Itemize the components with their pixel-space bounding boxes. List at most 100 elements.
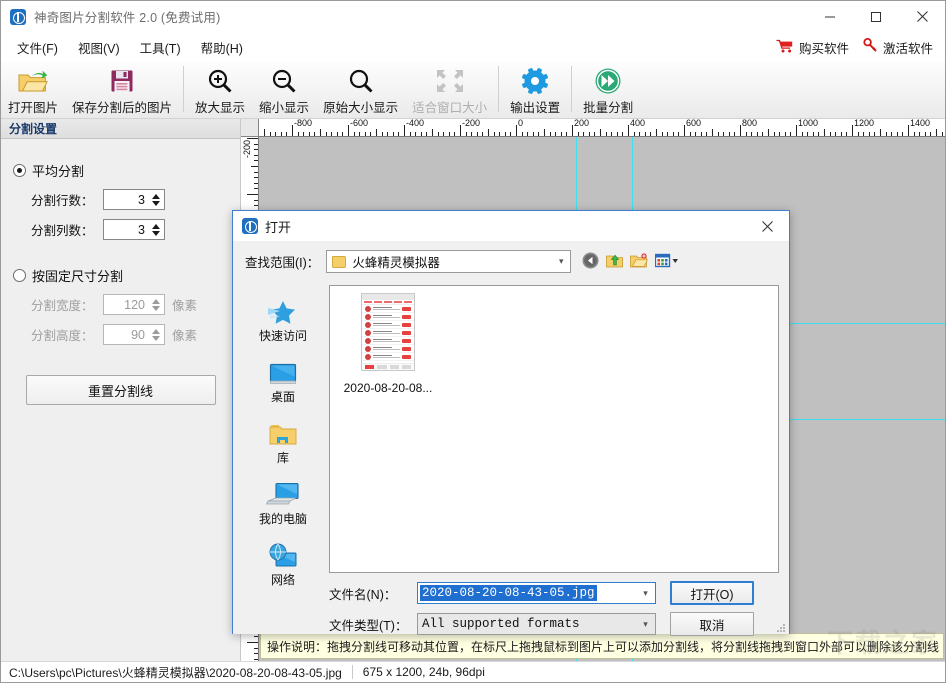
application-window: 神奇图片分割软件 2.0 (免费试用) 文件(F) 视图(V) 工具(T) 帮助… <box>0 0 946 683</box>
look-in-combobox[interactable]: 火蜂精灵模拟器 ▾ <box>326 250 572 273</box>
toolbar-output-settings-label: 输出设置 <box>510 101 561 115</box>
buy-software-link[interactable]: 购买软件 <box>776 38 849 57</box>
radio-average-split-indicator <box>13 164 26 177</box>
radio-fixed-size-split[interactable]: 按固定尺寸分割 <box>13 266 240 285</box>
rows-stepper[interactable]: 3 <box>103 189 165 210</box>
height-field: 分割高度： 90 像素 <box>31 324 240 345</box>
chevron-down-icon[interactable]: ▾ <box>636 619 655 630</box>
app-logo-icon <box>10 8 26 25</box>
file-list[interactable]: 2020-08-20-08... <box>329 285 779 573</box>
back-icon[interactable] <box>582 252 599 272</box>
menu-tools[interactable]: 工具(T) <box>130 35 191 60</box>
filetype-row: 文件类型(T)： All supported formats ▾ 取消 <box>329 612 779 636</box>
ruler-tick-label: -200 <box>462 119 481 128</box>
width-field: 分割宽度： 120 像素 <box>31 294 240 315</box>
toolbar-zoom-out[interactable]: 缩小显示 <box>252 62 316 118</box>
chevron-down-icon[interactable]: ▾ <box>636 588 655 599</box>
width-stepper-arrows[interactable] <box>150 295 164 314</box>
cancel-button-label: 取消 <box>699 618 725 633</box>
close-button[interactable] <box>899 1 945 32</box>
activate-software-link[interactable]: 激活软件 <box>863 37 933 57</box>
place-network-label: 网络 <box>270 573 295 587</box>
toolbar-fit-window[interactable]: 适合窗口大小 <box>405 62 494 118</box>
open-button[interactable]: 打开(O) <box>670 581 754 605</box>
horizontal-ruler[interactable]: -800 -600 -400 -200 0 200 400 600 800 1000 1200 140… <box>259 119 945 137</box>
file-list-item[interactable]: 2020-08-20-08... <box>338 293 438 395</box>
filename-input[interactable]: 2020-08-20-08-43-05.jpg ▾ <box>417 582 656 604</box>
maximize-button[interactable] <box>853 1 899 32</box>
cols-stepper-arrows[interactable] <box>150 220 164 239</box>
toolbar-batch-split[interactable]: 批量分割 <box>576 62 640 118</box>
width-unit: 像素 <box>172 299 198 313</box>
toolbar-open-image-label: 打开图片 <box>8 101 59 115</box>
rows-stepper-arrows[interactable] <box>150 190 164 209</box>
open-file-dialog: 打开 查找范围(I)： 火蜂精灵模拟器 ▾ 快速访问 桌面 库 我的电脑 网络 … <box>232 210 790 636</box>
chevron-down-icon[interactable]: ▾ <box>552 256 570 267</box>
ruler-tick-label: 1200 <box>854 119 875 128</box>
new-folder-icon[interactable] <box>630 252 649 271</box>
toolbar-actual-size[interactable]: 原始大小显示 <box>316 62 405 118</box>
rows-field: 分割行数： 3 <box>31 189 240 210</box>
filename-value: 2020-08-20-08-43-05.jpg <box>420 585 597 601</box>
toolbar-zoom-in[interactable]: 放大显示 <box>188 62 252 118</box>
up-folder-icon[interactable] <box>606 253 624 271</box>
cancel-button[interactable]: 取消 <box>670 612 754 636</box>
ruler-tick-label: 600 <box>686 119 702 128</box>
reset-split-lines-button[interactable]: 重置分割线 <box>25 375 216 405</box>
place-desktop[interactable]: 桌面 <box>247 352 319 405</box>
cols-label: 分割列数： <box>31 224 94 238</box>
toolbar-fit-window-label: 适合窗口大小 <box>412 101 488 115</box>
minimize-button[interactable] <box>807 1 853 32</box>
menu-bar-right: 购买软件 激活软件 <box>776 37 933 57</box>
height-unit: 像素 <box>172 329 198 343</box>
open-button-label: 打开(O) <box>690 587 734 602</box>
dialog-title-bar: 打开 <box>233 211 789 241</box>
toolbar-open-image[interactable]: 打开图片 <box>1 62 65 118</box>
activate-software-label: 激活软件 <box>882 41 933 56</box>
filetype-label: 文件类型(T)： <box>329 618 408 633</box>
view-mode-icon[interactable] <box>655 253 679 271</box>
main-toolbar: 打开图片 保存分割后的图片 放大显示 缩小显示 原始大小显示 适合窗口大小 输出… <box>1 62 945 119</box>
toolbar-zoom-in-label: 放大显示 <box>195 101 246 115</box>
library-folder-icon <box>268 413 298 447</box>
toolbar-batch-split-label: 批量分割 <box>583 101 634 115</box>
buy-software-label: 购买软件 <box>798 41 849 56</box>
dialog-body: 查找范围(I)： 火蜂精灵模拟器 ▾ 快速访问 桌面 库 我的电脑 网络 202… <box>233 241 789 636</box>
actual-size-icon <box>348 66 374 96</box>
menu-help[interactable]: 帮助(H) <box>191 35 253 60</box>
width-stepper[interactable]: 120 <box>103 294 165 315</box>
ruler-tick-label: -600 <box>350 119 369 128</box>
place-library[interactable]: 库 <box>247 413 319 466</box>
rows-label: 分割行数： <box>31 194 94 208</box>
look-in-label: 查找范围(I)： <box>245 256 320 270</box>
resize-grip[interactable] <box>776 622 786 632</box>
filename-label: 文件名(N)： <box>329 587 397 602</box>
place-my-computer[interactable]: 我的电脑 <box>247 474 319 527</box>
dialog-nav-icons <box>582 252 679 272</box>
menu-view[interactable]: 视图(V) <box>68 35 130 60</box>
split-settings-panel: 分割设置 平均分割 分割行数： 3 分割列数： 3 按固定尺寸分割 分割宽度： … <box>1 119 241 661</box>
dialog-close-button[interactable] <box>745 211 789 241</box>
menu-file[interactable]: 文件(F) <box>7 35 68 60</box>
network-icon <box>267 535 299 569</box>
radio-fixed-size-split-indicator <box>13 269 26 282</box>
height-stepper[interactable]: 90 <box>103 324 165 345</box>
height-label: 分割高度： <box>31 329 94 343</box>
width-label: 分割宽度： <box>31 299 94 313</box>
batch-split-icon <box>594 66 622 96</box>
place-quick-access[interactable]: 快速访问 <box>247 291 319 344</box>
radio-average-split[interactable]: 平均分割 <box>13 161 240 180</box>
height-stepper-arrows[interactable] <box>150 325 164 344</box>
dialog-title: 打开 <box>265 219 292 235</box>
toolbar-output-settings[interactable]: 输出设置 <box>503 62 567 118</box>
filetype-combobox[interactable]: All supported formats ▾ <box>417 613 656 635</box>
place-network[interactable]: 网络 <box>247 535 319 588</box>
save-icon <box>109 66 135 96</box>
ruler-corner <box>241 119 259 137</box>
toolbar-save-split-images[interactable]: 保存分割后的图片 <box>65 62 179 118</box>
height-value: 90 <box>131 327 145 342</box>
places-bar: 快速访问 桌面 库 我的电脑 网络 <box>245 285 321 587</box>
window-controls <box>807 1 945 32</box>
cols-stepper[interactable]: 3 <box>103 219 165 240</box>
window-title: 神奇图片分割软件 2.0 (免费试用) <box>34 11 221 25</box>
